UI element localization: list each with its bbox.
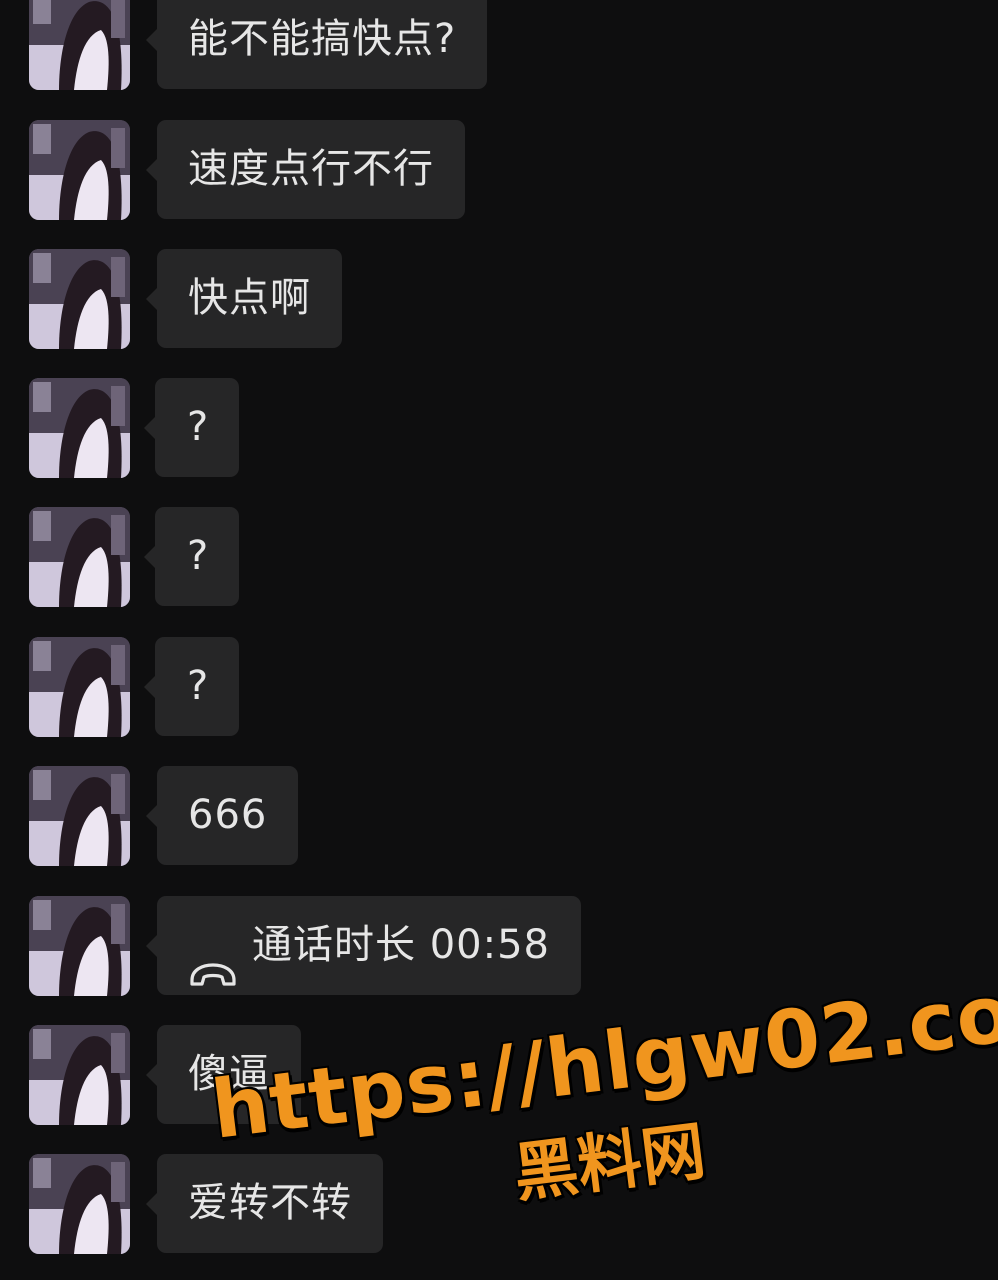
message-bubble[interactable]: 快点啊 — [146, 249, 342, 348]
message-row: ? — [0, 507, 998, 607]
message-bubble[interactable]: 666 — [145, 766, 299, 865]
avatar[interactable] — [29, 1025, 130, 1125]
message-row: ? — [0, 637, 998, 737]
avatar[interactable] — [29, 637, 130, 737]
message-bubble[interactable]: 能不能搞快点? — [145, 0, 488, 89]
message-row: 666 — [0, 766, 998, 866]
phone-hangup-icon — [188, 928, 238, 986]
avatar[interactable] — [29, 378, 130, 478]
message-bubble[interactable]: 速度点行不行 — [146, 120, 465, 219]
message-bubble[interactable]: 傻逼 — [146, 1025, 301, 1124]
avatar-image — [29, 120, 130, 220]
avatar-image — [29, 896, 130, 996]
avatar[interactable] — [29, 896, 130, 996]
avatar[interactable] — [29, 507, 130, 607]
avatar[interactable] — [29, 120, 130, 220]
message-bubble[interactable]: ? — [143, 637, 240, 736]
message-bubble[interactable]: 爱转不转 — [146, 1154, 383, 1253]
avatar-image — [29, 1025, 130, 1125]
message-row: 速度点行不行 — [0, 120, 998, 220]
message-bubble[interactable]: ? — [143, 507, 240, 606]
avatar[interactable] — [29, 249, 130, 349]
message-row: 傻逼 — [0, 1025, 998, 1125]
avatar-image — [29, 249, 130, 349]
chat-thread: 能不能搞快点? 速度点行不行 快点啊 ? ? ? 666 通话时长 00:58 … — [0, 0, 998, 1280]
message-row: 能不能搞快点? — [0, 0, 998, 90]
avatar-image — [29, 507, 130, 607]
avatar-image — [29, 766, 130, 866]
call-duration-text: 通话时长 00:58 — [252, 922, 550, 968]
avatar-image — [29, 0, 130, 90]
message-row: 爱转不转 — [0, 1154, 998, 1254]
message-bubble[interactable]: ? — [143, 378, 240, 477]
message-row: 通话时长 00:58 — [0, 896, 998, 996]
avatar-image — [29, 378, 130, 478]
avatar-image — [29, 1154, 130, 1254]
avatar[interactable] — [29, 1154, 130, 1254]
message-row: ? — [0, 378, 998, 478]
message-row: 快点啊 — [0, 249, 998, 349]
avatar[interactable] — [29, 766, 130, 866]
avatar-image — [29, 637, 130, 737]
call-record-bubble[interactable]: 通话时长 00:58 — [146, 896, 581, 995]
avatar[interactable] — [29, 0, 130, 90]
